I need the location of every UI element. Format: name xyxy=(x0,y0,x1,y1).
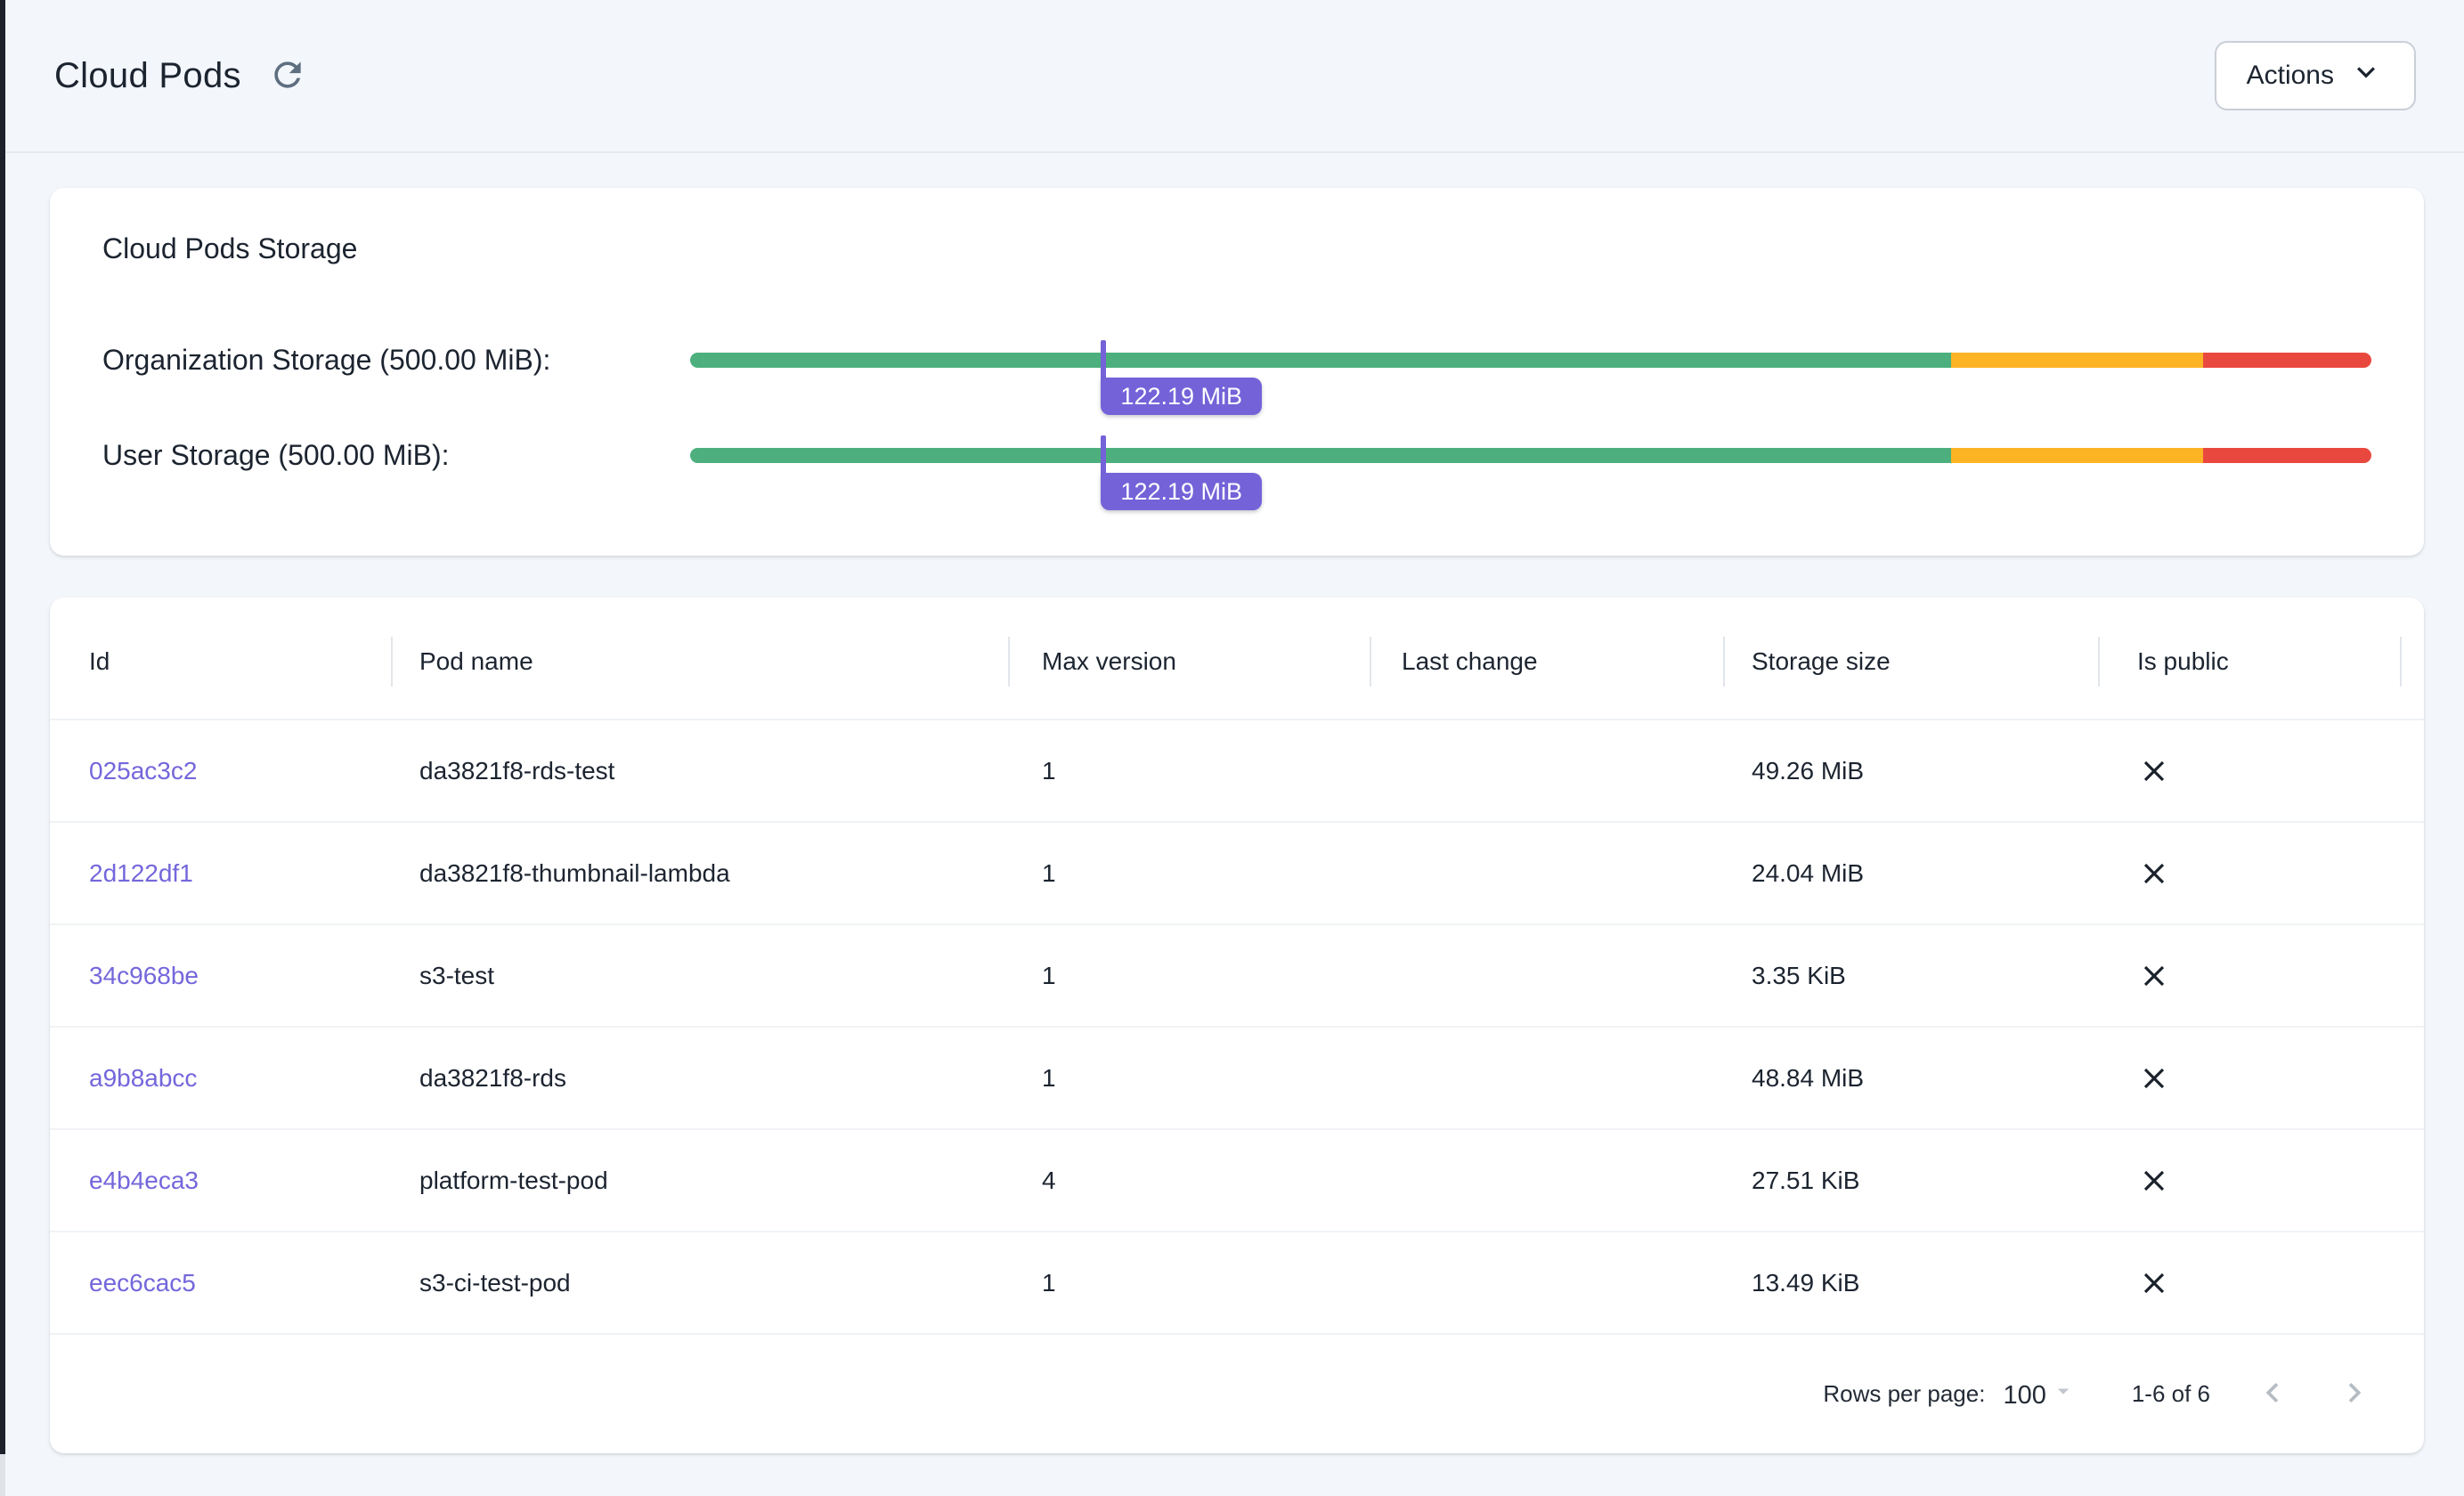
storage-size-cell: 27.51 KiB xyxy=(1725,1167,2100,1195)
pod-id-cell: 34c968be xyxy=(50,962,393,990)
table-row: a9b8abcc da3821f8-rds 1 48.84 MiB xyxy=(50,1028,2424,1130)
column-header-pod-name[interactable]: Pod name xyxy=(393,637,1010,687)
page-header: Cloud Pods Actions xyxy=(5,0,2464,153)
user-storage-label: User Storage (500.00 MiB): xyxy=(102,439,690,472)
column-header-is-public[interactable]: Is public xyxy=(2100,637,2402,687)
cloud-pods-page: Cloud Pods Actions Cloud Pods Storage Or… xyxy=(5,0,2464,1453)
pod-id-link[interactable]: eec6cac5 xyxy=(89,1269,196,1297)
storage-size-cell: 3.35 KiB xyxy=(1725,962,2100,990)
close-icon xyxy=(2137,754,2402,788)
pods-table-card: Id Pod name Max version Last change Stor… xyxy=(50,598,2424,1453)
is-public-cell xyxy=(2100,1061,2402,1095)
is-public-cell xyxy=(2100,857,2402,890)
page-title: Cloud Pods xyxy=(54,56,241,96)
column-header-max-version[interactable]: Max version xyxy=(1010,637,1371,687)
storage-card-title: Cloud Pods Storage xyxy=(102,231,2371,266)
pod-id-link[interactable]: e4b4eca3 xyxy=(89,1167,199,1194)
column-header-storage-size[interactable]: Storage size xyxy=(1725,637,2100,687)
is-public-cell xyxy=(2100,1266,2402,1300)
gauge-red-segment xyxy=(2203,353,2371,368)
arrow-dropdown-icon xyxy=(2050,1378,2077,1411)
column-header-last-change[interactable]: Last change xyxy=(1371,637,1725,687)
table-row: eec6cac5 s3-ci-test-pod 1 13.49 KiB xyxy=(50,1232,2424,1335)
pod-id-cell: 025ac3c2 xyxy=(50,757,393,785)
table-row: e4b4eca3 platform-test-pod 4 27.51 KiB xyxy=(50,1130,2424,1232)
usage-value-badge: 122.19 MiB xyxy=(1101,378,1262,415)
pod-id-cell: a9b8abcc xyxy=(50,1064,393,1093)
gauge-yellow-segment xyxy=(1951,353,2203,368)
storage-card: Cloud Pods Storage Organization Storage … xyxy=(50,188,2424,556)
chevron-down-icon xyxy=(2348,54,2384,97)
max-version-cell: 1 xyxy=(1010,1269,1371,1297)
pod-name-cell: da3821f8-thumbnail-lambda xyxy=(393,859,1010,888)
storage-size-cell: 49.26 MiB xyxy=(1725,757,2100,785)
close-icon xyxy=(2137,1164,2402,1198)
pod-name-cell: da3821f8-rds xyxy=(393,1064,1010,1093)
max-version-cell: 4 xyxy=(1010,1167,1371,1195)
pod-name-cell: s3-test xyxy=(393,962,1010,990)
table-header-row: Id Pod name Max version Last change Stor… xyxy=(50,598,2424,720)
previous-page-button[interactable] xyxy=(2253,1373,2292,1415)
storage-size-cell: 13.49 KiB xyxy=(1725,1269,2100,1297)
close-icon xyxy=(2137,959,2402,993)
close-icon xyxy=(2137,1266,2402,1300)
usage-marker xyxy=(1101,435,1106,475)
refresh-icon xyxy=(268,55,307,97)
chevron-left-icon xyxy=(2253,1373,2292,1415)
usage-value-badge: 122.19 MiB xyxy=(1101,473,1262,510)
pod-id-cell: eec6cac5 xyxy=(50,1269,393,1297)
max-version-cell: 1 xyxy=(1010,1064,1371,1093)
pod-name-cell: da3821f8-rds-test xyxy=(393,757,1010,785)
rows-per-page-label: Rows per page: xyxy=(1823,1380,1985,1408)
pod-id-link[interactable]: a9b8abcc xyxy=(89,1064,197,1092)
pagination-range-label: 1-6 of 6 xyxy=(2132,1380,2210,1408)
pod-id-cell: 2d122df1 xyxy=(50,859,393,888)
gauge-red-segment xyxy=(2203,448,2371,463)
organization-storage-label: Organization Storage (500.00 MiB): xyxy=(102,344,690,377)
storage-gauge xyxy=(690,448,2371,463)
storage-size-cell: 24.04 MiB xyxy=(1725,859,2100,888)
storage-gauge xyxy=(690,353,2371,368)
table-pagination: Rows per page: 100 1-6 of 6 xyxy=(50,1335,2424,1453)
max-version-cell: 1 xyxy=(1010,859,1371,888)
main-content: Cloud Pods Storage Organization Storage … xyxy=(5,153,2464,1453)
actions-button[interactable]: Actions xyxy=(2215,41,2416,110)
is-public-cell xyxy=(2100,754,2402,788)
organization-storage-row: Organization Storage (500.00 MiB): 122.1… xyxy=(102,313,2371,408)
is-public-cell xyxy=(2100,1164,2402,1198)
table-row: 025ac3c2 da3821f8-rds-test 1 49.26 MiB xyxy=(50,720,2424,823)
pod-name-cell: platform-test-pod xyxy=(393,1167,1010,1195)
column-header-id[interactable]: Id xyxy=(50,637,393,687)
user-storage-bar: 122.19 MiB xyxy=(690,448,2371,463)
rows-per-page-value: 100 xyxy=(2003,1381,2045,1411)
pod-name-cell: s3-ci-test-pod xyxy=(393,1269,1010,1297)
usage-marker xyxy=(1101,340,1106,379)
next-page-button[interactable] xyxy=(2335,1373,2374,1415)
pod-id-cell: e4b4eca3 xyxy=(50,1167,393,1195)
close-icon xyxy=(2137,857,2402,890)
organization-storage-bar: 122.19 MiB xyxy=(690,353,2371,368)
table-row: 2d122df1 da3821f8-thumbnail-lambda 1 24.… xyxy=(50,823,2424,925)
rows-per-page-select[interactable]: 100 xyxy=(2003,1378,2076,1411)
close-icon xyxy=(2137,1061,2402,1095)
pod-id-link[interactable]: 2d122df1 xyxy=(89,859,193,887)
pod-id-link[interactable]: 025ac3c2 xyxy=(89,757,197,785)
chevron-right-icon xyxy=(2335,1373,2374,1415)
scrollbar-track[interactable] xyxy=(0,0,5,1496)
storage-size-cell: 48.84 MiB xyxy=(1725,1064,2100,1093)
table-body: 025ac3c2 da3821f8-rds-test 1 49.26 MiB 2… xyxy=(50,720,2424,1335)
scrollbar-thumb[interactable] xyxy=(0,0,5,1454)
refresh-button[interactable] xyxy=(268,55,307,97)
pod-id-link[interactable]: 34c968be xyxy=(89,962,199,989)
max-version-cell: 1 xyxy=(1010,757,1371,785)
table-row: 34c968be s3-test 1 3.35 KiB xyxy=(50,925,2424,1028)
user-storage-row: User Storage (500.00 MiB): 122.19 MiB xyxy=(102,408,2371,503)
actions-button-label: Actions xyxy=(2247,61,2334,91)
is-public-cell xyxy=(2100,959,2402,993)
gauge-yellow-segment xyxy=(1951,448,2203,463)
gauge-green-segment xyxy=(690,353,1951,368)
max-version-cell: 1 xyxy=(1010,962,1371,990)
gauge-green-segment xyxy=(690,448,1951,463)
